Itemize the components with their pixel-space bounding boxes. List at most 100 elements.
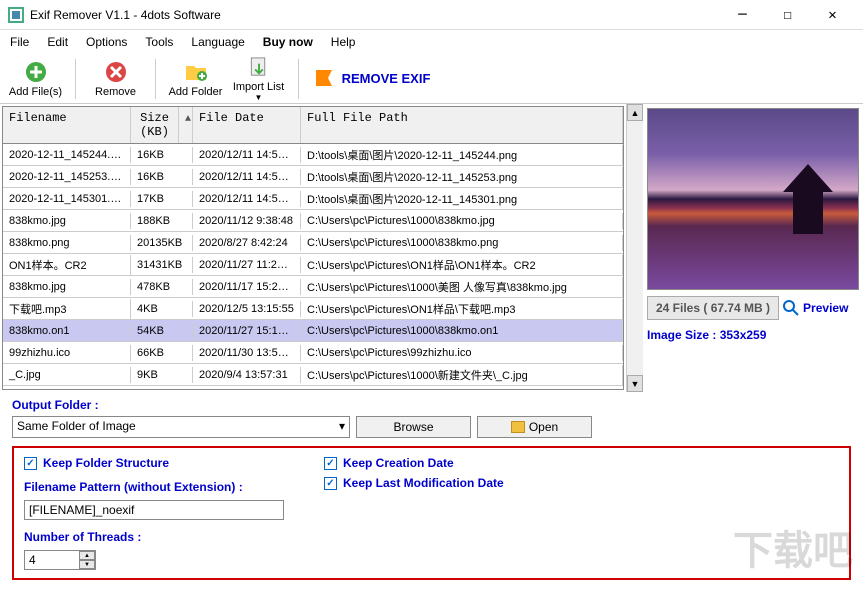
maximize-button[interactable]: ☐ (765, 0, 810, 30)
file-table[interactable]: Filename Size (KB) ▲ File Date Full File… (2, 106, 624, 390)
cell-path: D:\tools\桌面\图片\2020-12-11_145244.png (301, 145, 623, 165)
remove-button[interactable]: Remove (88, 56, 143, 102)
add-folder-button[interactable]: Add Folder (168, 56, 223, 102)
cell-size: 4KB (131, 301, 193, 317)
col-size[interactable]: Size (KB) (131, 107, 179, 143)
table-row[interactable]: _C.jpg9KB2020/9/4 13:57:31C:\Users\pc\Pi… (3, 364, 623, 386)
cell-path: C:\Users\pc\Pictures\1000\838kmo.jpg (301, 213, 623, 229)
menubar: File Edit Options Tools Language Buy now… (0, 30, 863, 54)
table-row[interactable]: 838kmo.on154KB2020/11/27 15:19:13C:\User… (3, 320, 623, 342)
menu-buynow[interactable]: Buy now (263, 35, 313, 49)
spin-up-button[interactable]: ▲ (79, 551, 95, 560)
add-files-label: Add File(s) (9, 86, 62, 98)
cell-path: C:\Users\pc\Pictures\1000\新建文件夹\_C.jpg (301, 365, 623, 385)
table-row[interactable]: 838kmo.png20135KB2020/8/27 8:42:24C:\Use… (3, 232, 623, 254)
preview-link[interactable]: Preview (803, 301, 848, 315)
import-list-label: Import List (233, 81, 284, 93)
window-title: Exif Remover V1.1 - 4dots Software (30, 8, 720, 22)
cell-size: 188KB (131, 213, 193, 229)
table-row[interactable]: 838kmo.jpg188KB2020/11/12 9:38:48C:\User… (3, 210, 623, 232)
col-path[interactable]: Full File Path (301, 107, 623, 143)
vertical-scrollbar[interactable]: ▲ ▼ (626, 104, 643, 392)
scroll-track[interactable] (627, 121, 643, 375)
cell-date: 2020/11/27 15:19:13 (193, 323, 301, 339)
col-date[interactable]: File Date (193, 107, 301, 143)
menu-options[interactable]: Options (86, 35, 127, 49)
cell-path: C:\Users\pc\Pictures\1000\838kmo.png (301, 235, 623, 251)
cell-path: D:\tools\桌面\图片\2020-12-11_145253.png (301, 167, 623, 187)
table-row[interactable]: 99zhizhu.ico66KB2020/11/30 13:59:13C:\Us… (3, 342, 623, 364)
menu-file[interactable]: File (10, 35, 29, 49)
cell-path: C:\Users\pc\Pictures\1000\美图 人像写真\838kmo… (301, 277, 623, 297)
browse-button[interactable]: Browse (356, 416, 471, 438)
add-files-button[interactable]: Add File(s) (8, 56, 63, 102)
pattern-input[interactable] (24, 500, 284, 520)
separator (155, 59, 156, 99)
col-sort-indicator[interactable]: ▲ (179, 107, 193, 143)
close-button[interactable]: ✕ (810, 0, 855, 30)
cell-filename: 838kmo.jpg (3, 279, 131, 295)
folder-plus-icon (184, 60, 208, 84)
add-folder-label: Add Folder (169, 86, 223, 98)
scroll-down-button[interactable]: ▼ (627, 375, 643, 392)
titlebar: Exif Remover V1.1 - 4dots Software ─ ☐ ✕ (0, 0, 863, 30)
import-list-button[interactable]: Import List ▼ (231, 56, 286, 102)
keep-modification-checkbox[interactable]: ✓ (324, 477, 337, 490)
output-folder-value: Same Folder of Image (17, 419, 136, 433)
image-size-label: Image Size : 353x259 (647, 328, 859, 342)
remove-exif-button[interactable]: REMOVE EXIF (311, 56, 431, 102)
remove-exif-label: REMOVE EXIF (342, 71, 431, 86)
cell-date: 2020/12/11 14:53:09 (193, 191, 301, 207)
cell-size: 9KB (131, 367, 193, 383)
spin-down-button[interactable]: ▼ (79, 560, 95, 569)
cell-date: 2020/12/5 13:15:55 (193, 301, 301, 317)
options-box: ✓ Keep Folder Structure Filename Pattern… (12, 446, 851, 580)
cell-date: 2020/12/11 14:52:58 (193, 169, 301, 185)
cell-date: 2020/11/27 11:27:41 (193, 257, 301, 273)
cell-path: D:\tools\桌面\图片\2020-12-11_145301.png (301, 189, 623, 209)
output-folder-label: Output Folder : (12, 398, 851, 412)
keep-creation-checkbox[interactable]: ✓ (324, 457, 337, 470)
table-row[interactable]: 2020-12-11_145301.png17KB2020/12/11 14:5… (3, 188, 623, 210)
cell-size: 54KB (131, 323, 193, 339)
pattern-label: Filename Pattern (without Extension) : (24, 480, 284, 494)
cell-filename: 838kmo.png (3, 235, 131, 251)
separator (75, 59, 76, 99)
preview-image (647, 108, 859, 290)
table-row[interactable]: 下载吧.mp34KB2020/12/5 13:15:55C:\Users\pc\… (3, 298, 623, 320)
table-header: Filename Size (KB) ▲ File Date Full File… (3, 107, 623, 144)
cell-filename: _C.jpg (3, 367, 131, 383)
table-row[interactable]: ON1样本。CR231431KB2020/11/27 11:27:41C:\Us… (3, 254, 623, 276)
cell-filename: ON1样本。CR2 (3, 255, 131, 275)
cell-filename: 2020-12-11_145244.png (3, 147, 131, 163)
col-filename[interactable]: Filename (3, 107, 131, 143)
cell-filename: 下载吧.mp3 (3, 299, 131, 319)
menu-language[interactable]: Language (191, 35, 244, 49)
table-row[interactable]: 838kmo.jpg478KB2020/11/17 15:22:01C:\Use… (3, 276, 623, 298)
cell-filename: 2020-12-11_145253.png (3, 169, 131, 185)
cell-size: 20135KB (131, 235, 193, 251)
menu-help[interactable]: Help (331, 35, 356, 49)
table-row[interactable]: 2020-12-11_145244.png16KB2020/12/11 14:5… (3, 144, 623, 166)
menu-tools[interactable]: Tools (145, 35, 173, 49)
scroll-up-button[interactable]: ▲ (627, 104, 643, 121)
remove-icon (104, 60, 128, 84)
threads-value: 4 (25, 551, 79, 569)
output-folder-select[interactable]: Same Folder of Image ▾ (12, 416, 350, 438)
keep-folder-checkbox[interactable]: ✓ (24, 457, 37, 470)
cell-date: 2020/11/17 15:22:01 (193, 279, 301, 295)
dropdown-icon: ▾ (339, 419, 345, 433)
cell-filename: 838kmo.on1 (3, 323, 131, 339)
cell-path: C:\Users\pc\Pictures\99zhizhu.ico (301, 345, 623, 361)
exif-icon (312, 66, 336, 90)
remove-label: Remove (95, 86, 136, 98)
open-button[interactable]: Open (477, 416, 592, 438)
cell-size: 16KB (131, 147, 193, 163)
cell-filename: 99zhizhu.ico (3, 345, 131, 361)
table-body: 2020-12-11_145244.png16KB2020/12/11 14:5… (3, 144, 623, 390)
table-row[interactable]: 2020-12-11_145253.png16KB2020/12/11 14:5… (3, 166, 623, 188)
separator (298, 59, 299, 99)
minimize-button[interactable]: ─ (720, 0, 765, 30)
threads-spinner[interactable]: 4 ▲ ▼ (24, 550, 96, 570)
menu-edit[interactable]: Edit (47, 35, 68, 49)
